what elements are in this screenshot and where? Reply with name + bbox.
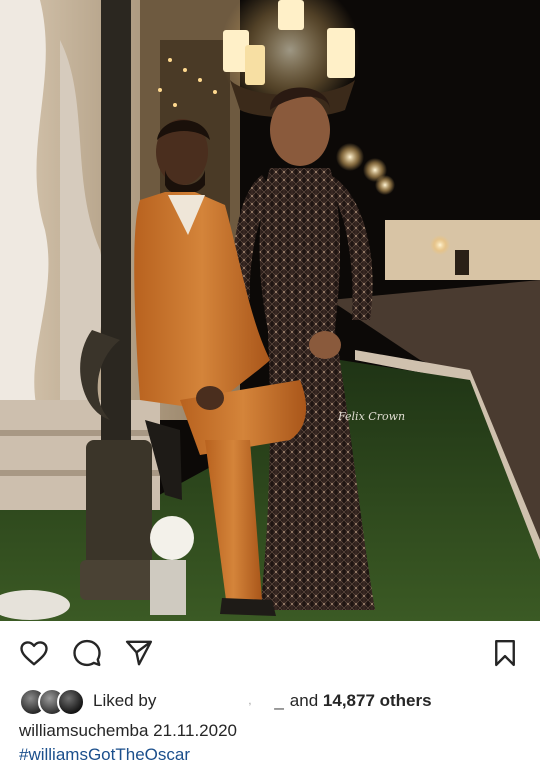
liked-by-comma: , (248, 695, 252, 707)
avatar[interactable] (57, 688, 85, 716)
likes-count[interactable]: 14,877 others (323, 691, 432, 711)
save-button[interactable] (488, 636, 522, 670)
post-caption: williamsuchemba 21.11.2020 (19, 721, 237, 741)
post-username[interactable]: williamsuchemba (19, 721, 148, 740)
photo-watermark: Felix Crown (337, 410, 405, 423)
send-icon (125, 640, 153, 666)
comment-button[interactable] (70, 636, 104, 670)
photo-scene: Felix Crown (0, 0, 540, 621)
post-photo[interactable]: Felix Crown (0, 0, 540, 621)
post-date: 21.11.2020 (153, 721, 237, 740)
liker-avatars[interactable] (19, 688, 85, 716)
post-action-bar (0, 621, 540, 685)
likes-summary[interactable]: Liked by , _ and 14,877 others (19, 686, 529, 716)
comment-icon (73, 639, 101, 667)
post-hashtag[interactable]: #williamsGotTheOscar (19, 745, 190, 765)
liked-by-dash: _ (274, 691, 284, 710)
liked-by-label: Liked by (93, 691, 157, 710)
like-button[interactable] (17, 636, 51, 670)
share-button[interactable] (122, 636, 156, 670)
bookmark-icon (495, 639, 515, 667)
and-label: and (289, 691, 319, 710)
heart-icon (20, 641, 48, 666)
